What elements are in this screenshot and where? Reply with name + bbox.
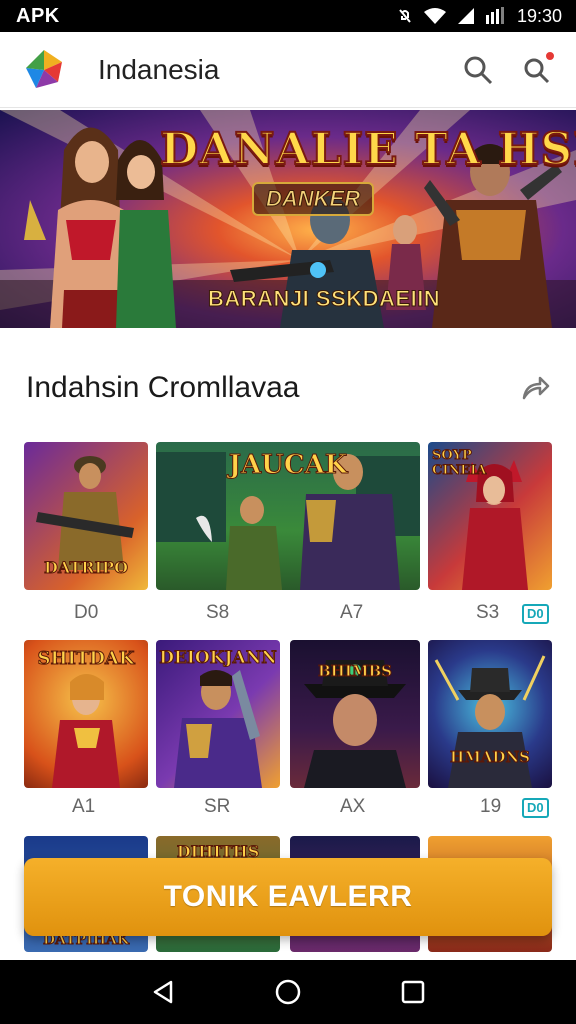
wifi-icon	[423, 8, 446, 24]
tile-label: 19	[480, 796, 502, 817]
notification-search-icon[interactable]	[520, 49, 556, 86]
banner-caption: BARANJI SSKDAEIIN	[207, 286, 441, 312]
status-app-label: APK	[16, 4, 60, 27]
recents-icon[interactable]	[399, 978, 427, 1006]
app-bar: Indanesia	[0, 32, 576, 108]
tile-title: SOYP CINEIA	[432, 448, 487, 479]
tile-badge: D0	[522, 604, 549, 624]
game-row-1: DATRIPO D0 JAUCAK S8 A7 SOYP CINEIA S3 D…	[24, 442, 552, 632]
search-icon[interactable]	[462, 54, 494, 86]
hero-banner[interactable]: DANALIE TA HSIMS! DANKER BARANJI SSKDAEI…	[0, 110, 576, 328]
banner-title: DANALIE TA HSIMS!	[159, 123, 576, 176]
tile-title: JAUCAK	[228, 450, 348, 481]
tile-label: AX	[340, 796, 366, 817]
share-icon[interactable]	[518, 372, 550, 404]
tile-badge: D0	[522, 798, 549, 818]
notification-dot	[544, 49, 556, 62]
app-title: Indanesia	[98, 53, 220, 85]
tile-title: HMADNS	[450, 748, 531, 767]
tile-label: S3	[476, 602, 500, 623]
game-tile[interactable]: HMADNS	[428, 640, 552, 788]
section-header: Indahsin Cromllavaa	[0, 340, 576, 436]
system-nav-bar	[0, 960, 576, 1024]
cta-button[interactable]: TONIK EAVLERR	[24, 858, 552, 936]
mute-icon	[399, 9, 411, 23]
game-tile[interactable]: JAUCAK	[156, 442, 420, 590]
game-tile[interactable]: DATRIPO	[24, 442, 148, 590]
tile-label: D0	[74, 602, 99, 623]
game-row-2: SHITDAK A1 DEIOKJANN SR BHIMBS AX HMADNS…	[24, 640, 552, 830]
section-title: Indahsin Cromllavaa	[26, 371, 300, 404]
tile-label: S8	[206, 602, 230, 623]
tile-label: A1	[72, 796, 96, 817]
game-tile[interactable]: DEIOKJANN	[156, 640, 280, 788]
status-time: 19:30	[516, 5, 562, 26]
back-icon[interactable]	[149, 978, 177, 1006]
game-tile[interactable]: SHITDAK	[24, 640, 148, 788]
tile-title: BHIMBS	[318, 662, 393, 681]
game-tile[interactable]: SOYP CINEIA	[428, 442, 552, 590]
game-tile[interactable]: BHIMBS	[290, 640, 420, 788]
banner-subtitle: DANKER	[252, 182, 375, 216]
home-icon[interactable]	[274, 978, 302, 1006]
tile-title: SHITDAK	[37, 648, 135, 670]
signal-icon	[457, 8, 474, 24]
status-bar: APK 19:30	[0, 0, 576, 32]
battery-icon	[485, 7, 504, 24]
tile-title: DATRIPO	[43, 558, 129, 578]
tile-label: A7	[340, 602, 364, 623]
tile-label: SR	[204, 796, 231, 817]
tile-title: DEIOKJANN	[159, 648, 278, 669]
app-logo-icon[interactable]	[22, 48, 66, 92]
